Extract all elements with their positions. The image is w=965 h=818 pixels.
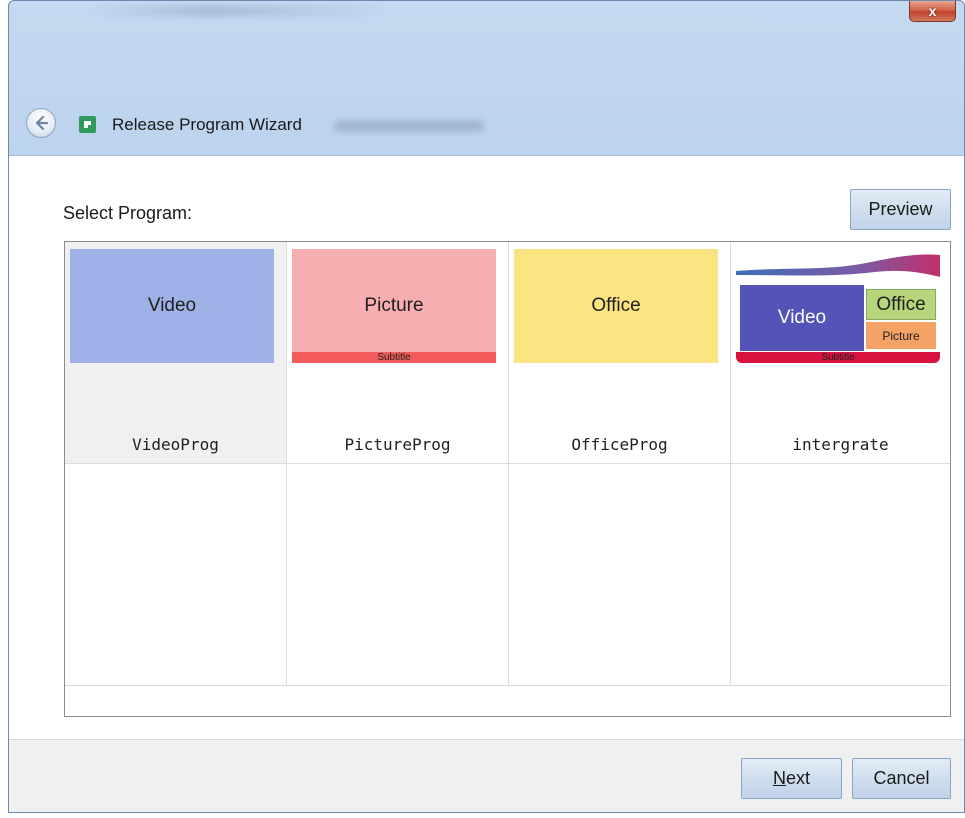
app-icon	[79, 116, 96, 133]
thumbnail-label: Video	[147, 295, 197, 316]
select-program-label: Select Program:	[63, 203, 193, 223]
back-button[interactable]	[26, 108, 56, 138]
program-tile-integrated[interactable]: Video Office Picture Subtitle intergrate	[731, 242, 950, 464]
blurred-group-path	[334, 120, 484, 132]
program-tile-office[interactable]: Office OfficeProg	[509, 242, 731, 464]
cancel-button[interactable]: Cancel	[852, 758, 951, 799]
close-button[interactable]: x	[909, 1, 956, 22]
preview-button[interactable]: Preview	[850, 189, 951, 230]
next-button[interactable]: Next	[741, 758, 842, 799]
empty-slot	[65, 464, 287, 686]
picture-thumbnail: Picture Subtitle	[292, 249, 496, 363]
empty-slot	[287, 464, 509, 686]
integrated-video-region: Video	[740, 285, 864, 351]
program-tile-video[interactable]: Video VideoProg	[65, 242, 287, 464]
video-thumbnail: Video	[70, 249, 274, 363]
program-tile-picture[interactable]: Picture Subtitle PictureProg	[287, 242, 509, 464]
back-arrow-icon	[35, 115, 49, 131]
integrated-subtitle-bar: Subtitle	[736, 352, 940, 363]
integrated-picture-region: Picture	[866, 322, 936, 349]
integrated-thumbnail: Video Office Picture Subtitle	[736, 249, 940, 363]
office-thumbnail: Office	[514, 249, 718, 363]
program-name: PictureProg	[344, 435, 451, 454]
content-panel: Select Program: Preview Video VideoProg …	[9, 155, 964, 740]
program-name: intergrate	[792, 435, 889, 454]
close-icon: x	[928, 3, 937, 19]
program-name: OfficeProg	[571, 435, 668, 454]
window-title: Release Program Wizard	[112, 115, 302, 134]
blurred-title-text	[89, 5, 389, 17]
wizard-footer: Next Cancel	[9, 739, 964, 812]
program-grid: Video VideoProg Picture Subtitle Picture…	[64, 241, 951, 717]
empty-slot	[731, 464, 950, 686]
wave-banner-icon	[736, 254, 940, 277]
subtitle-bar: Subtitle	[292, 352, 496, 363]
integrated-office-region: Office	[866, 289, 936, 320]
program-name: VideoProg	[132, 435, 219, 454]
empty-slot	[509, 464, 731, 686]
next-label-rest: ext	[785, 768, 810, 788]
next-mnemonic: N	[772, 768, 786, 788]
wizard-window: x Release Program Wizard Select Program:…	[8, 0, 965, 813]
thumbnail-label: Picture	[364, 295, 424, 316]
thumbnail-label: Office	[591, 295, 641, 316]
